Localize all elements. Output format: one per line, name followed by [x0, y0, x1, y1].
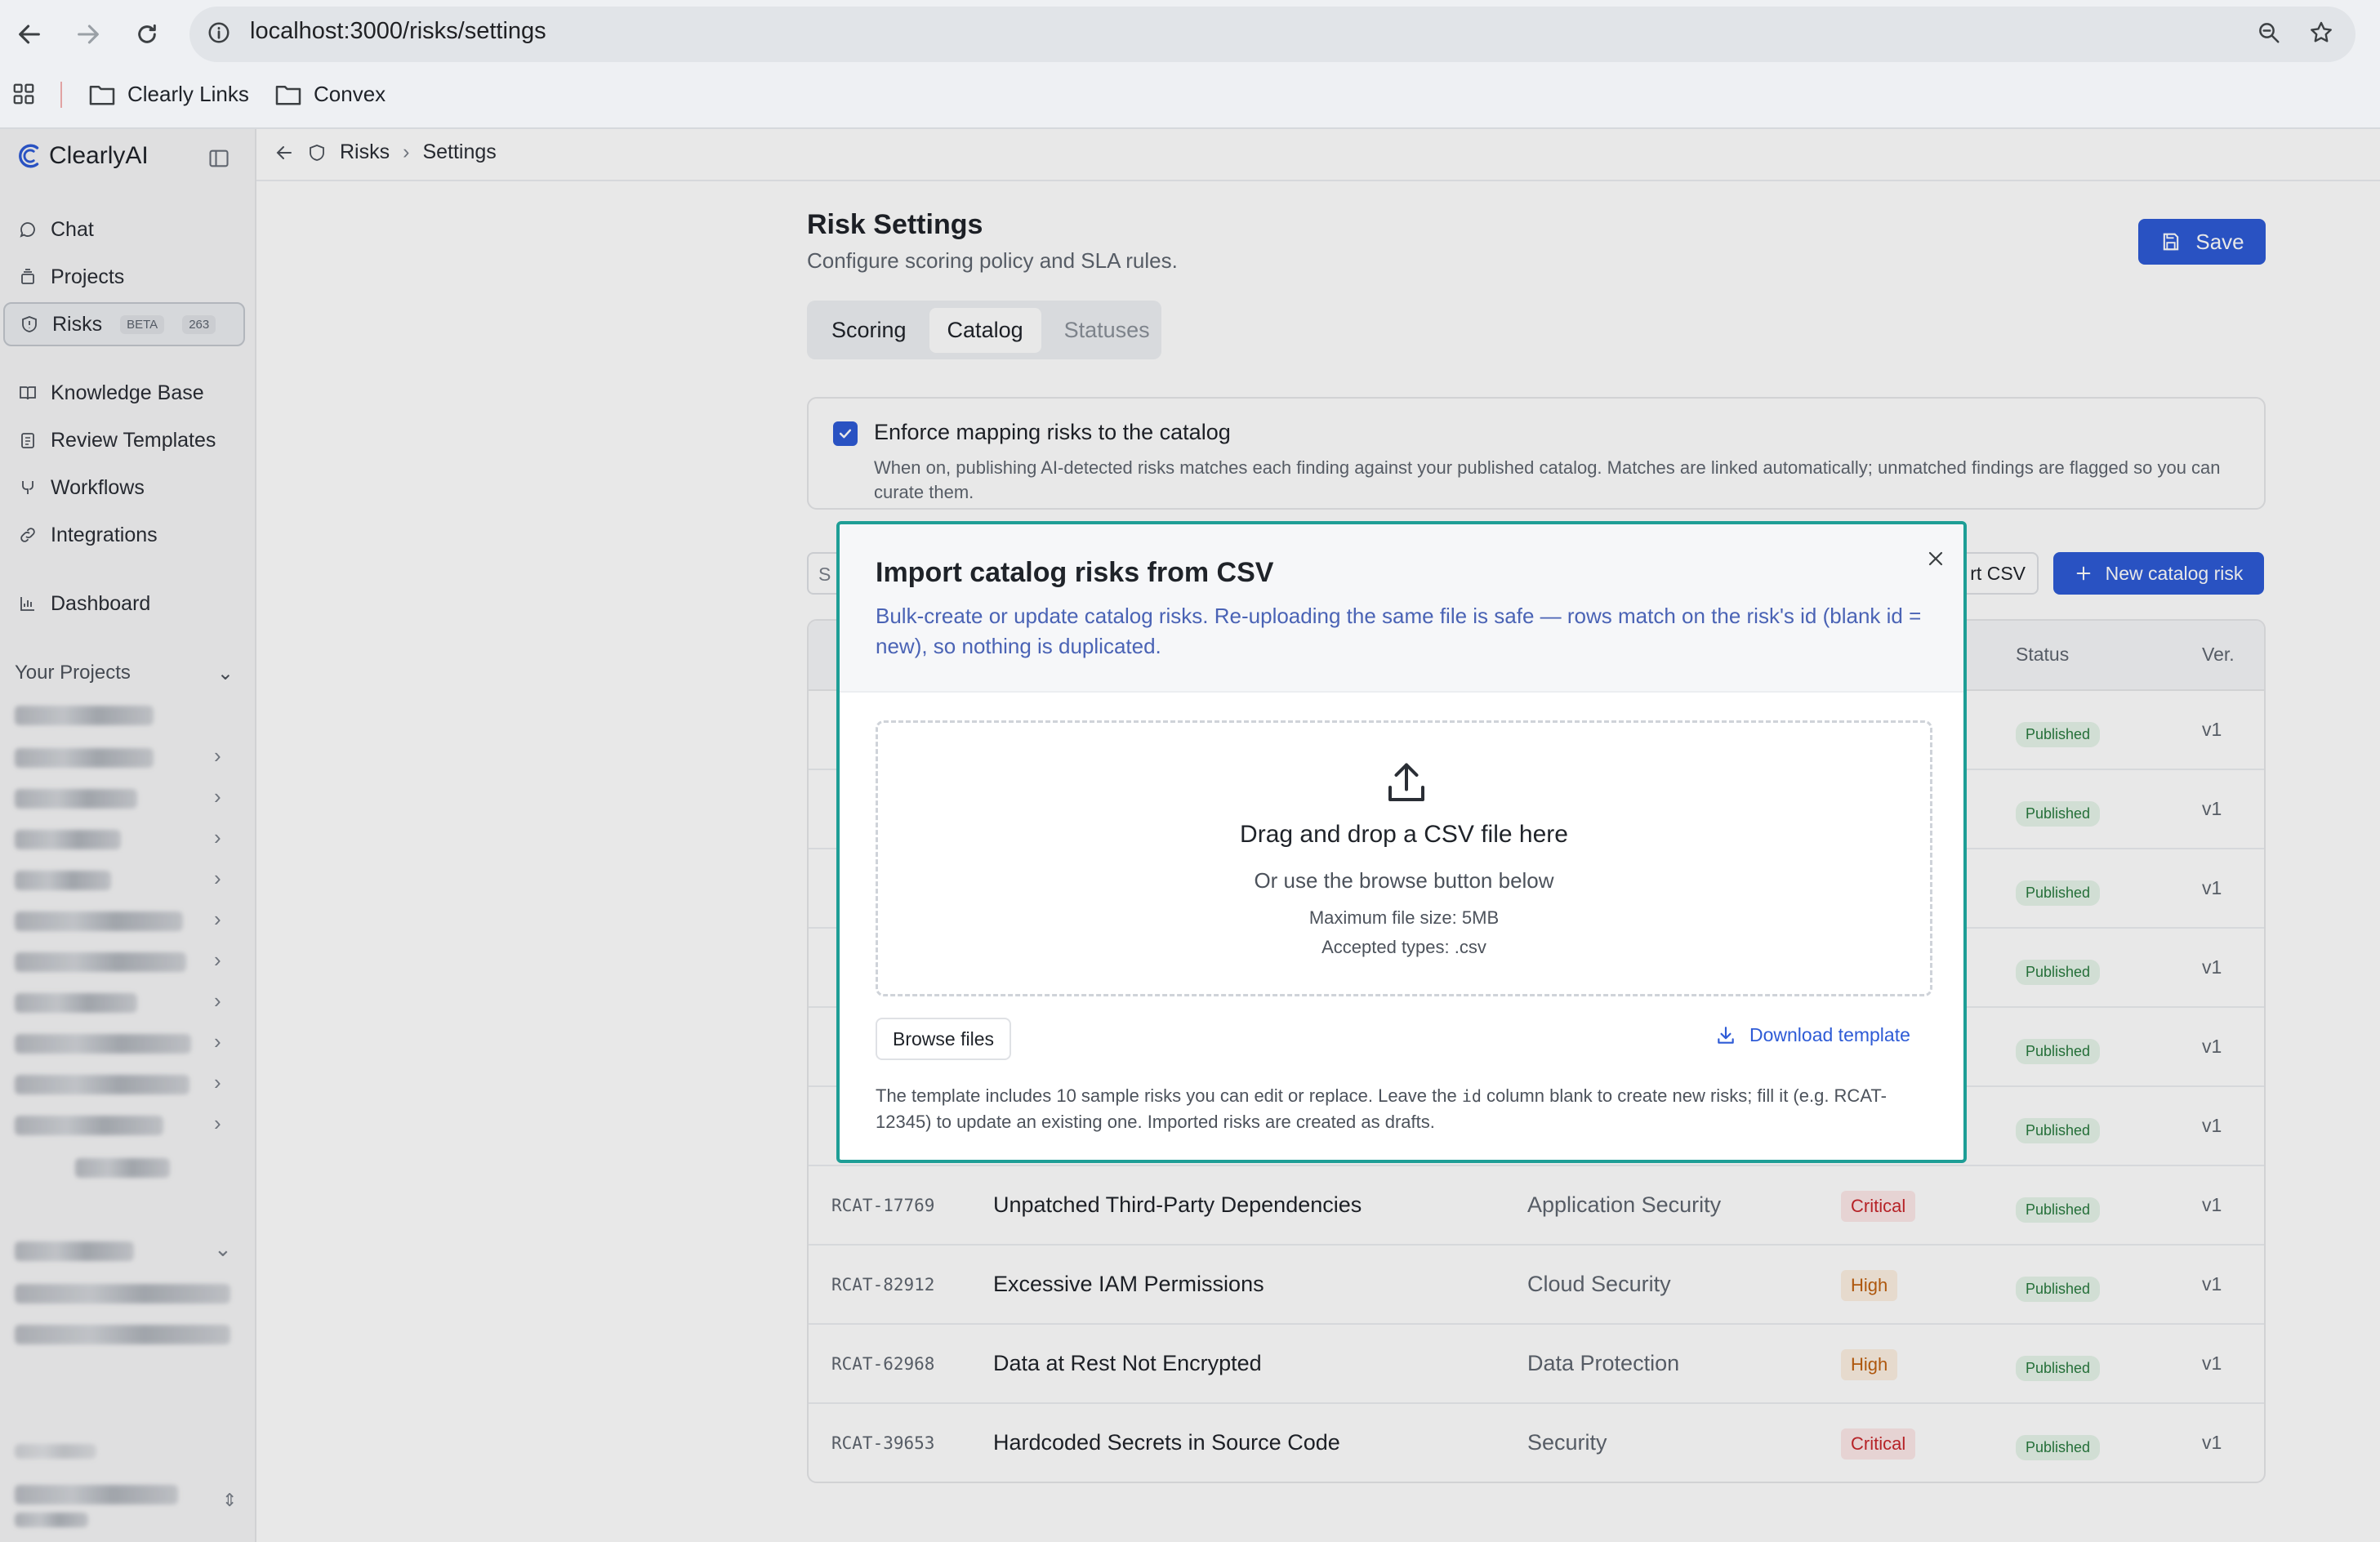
template-note: The template includes 10 sample risks yo…: [876, 1083, 1937, 1134]
download-template-label: Download template: [1749, 1024, 1910, 1045]
zoom-icon[interactable]: [2254, 18, 2284, 47]
bookmark-label: Clearly Links: [127, 82, 249, 106]
apps-grid-icon[interactable]: [11, 82, 36, 106]
back-icon[interactable]: [10, 15, 49, 54]
import-csv-dialog: Import catalog risks from CSV Bulk-creat…: [836, 521, 1967, 1163]
max-file-size: Maximum file size: 5MB: [1308, 907, 1500, 928]
bookmark-label: Convex: [314, 82, 386, 106]
url-text[interactable]: localhost:3000/risks/settings: [250, 18, 546, 45]
folder-icon: [274, 83, 302, 106]
dialog-description: Bulk-create or update catalog risks. Re-…: [876, 604, 1922, 658]
browse-files-button[interactable]: Browse files: [876, 1018, 1011, 1060]
csv-dropzone[interactable]: Drag and drop a CSV file here Or use the…: [876, 720, 1932, 996]
bookmark-clearly-links[interactable]: Clearly Links: [88, 82, 249, 107]
reload-icon[interactable]: [127, 15, 167, 54]
dropzone-subtitle: Or use the browse button below: [1254, 868, 1554, 893]
browse-files-label: Browse files: [893, 1027, 994, 1050]
accepted-types: Accepted types: .csv: [1321, 937, 1486, 957]
dropzone-title: Drag and drop a CSV file here: [1240, 821, 1568, 848]
bookmark-convex[interactable]: Convex: [274, 82, 386, 107]
note-code-id: id: [1461, 1086, 1482, 1106]
upload-icon: [1382, 759, 1431, 808]
note-text-start: The template includes 10 sample risks yo…: [876, 1085, 1462, 1106]
download-template-link[interactable]: Download template: [1715, 1024, 1910, 1046]
close-icon[interactable]: [1923, 546, 1949, 572]
site-info-icon[interactable]: [204, 18, 234, 47]
dialog-header: Import catalog risks from CSV Bulk-creat…: [840, 524, 1963, 693]
download-icon: [1715, 1025, 1736, 1046]
bookmark-star-icon[interactable]: [2306, 18, 2336, 47]
forward-icon[interactable]: [69, 15, 108, 54]
folder-icon: [88, 83, 116, 106]
bookmarks-divider: [60, 82, 62, 108]
dialog-title: Import catalog risks from CSV: [876, 557, 1274, 588]
